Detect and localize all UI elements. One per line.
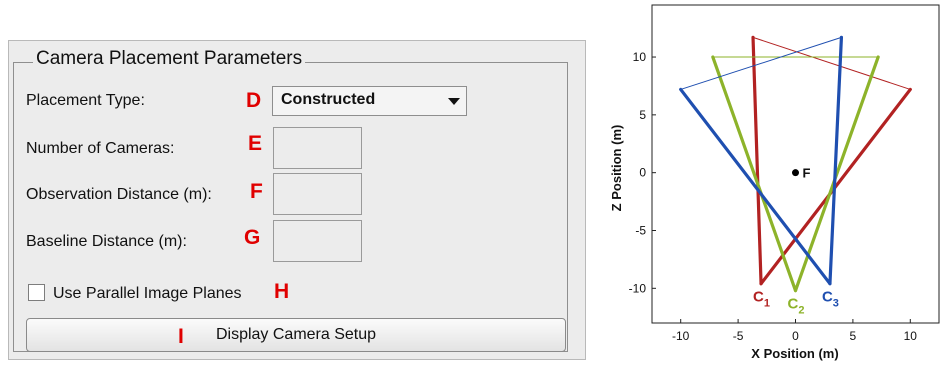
num-cameras-input[interactable] bbox=[273, 127, 362, 169]
placement-type-value: Constructed bbox=[281, 91, 376, 108]
y-tick-label: 5 bbox=[639, 108, 646, 122]
x-tick-label: -10 bbox=[672, 329, 690, 343]
placement-type-select[interactable]: Constructed bbox=[272, 86, 467, 116]
baseline-distance-label: Baseline Distance (m): bbox=[26, 233, 187, 250]
y-tick-label: 10 bbox=[633, 50, 647, 64]
x-tick-label: -5 bbox=[733, 329, 744, 343]
marker-letter-i: I bbox=[178, 325, 184, 348]
display-camera-setup-button[interactable]: Display Camera Setup bbox=[26, 318, 566, 352]
chevron-down-icon[interactable] bbox=[448, 98, 460, 105]
marker-letter-h: H bbox=[274, 280, 290, 303]
y-tick-label: -5 bbox=[635, 223, 646, 237]
y-tick-label: 0 bbox=[639, 166, 646, 180]
observation-distance-input[interactable] bbox=[273, 173, 362, 215]
focus-point-marker bbox=[792, 169, 799, 177]
x-tick-label: 10 bbox=[904, 329, 918, 343]
y-axis-label: Z Position (m) bbox=[609, 125, 624, 212]
camera-far-edge-3 bbox=[680, 36, 842, 90]
num-cameras-label: Number of Cameras: bbox=[26, 140, 175, 157]
marker-letter-g: G bbox=[244, 226, 261, 249]
group-title: Camera Placement Parameters bbox=[33, 47, 306, 71]
marker-letter-f: F bbox=[250, 180, 263, 203]
parallel-planes-label: Use Parallel Image Planes bbox=[53, 285, 242, 302]
camera-far-edge-1 bbox=[752, 36, 911, 90]
placement-type-label: Placement Type: bbox=[26, 92, 145, 109]
focus-point-label: F bbox=[803, 166, 811, 181]
camera-setup-chart: -10 -5 0 5 10 -10 -5 0 5 10 F C1 C2 C3 X Position (m… bbox=[609, 4, 940, 361]
camera-ray-right-3 bbox=[828, 35, 844, 286]
parallel-planes-checkbox[interactable] bbox=[28, 284, 45, 301]
y-tick-label: -10 bbox=[629, 281, 647, 295]
x-tick-label: 5 bbox=[850, 329, 857, 343]
marker-letter-e: E bbox=[248, 132, 263, 155]
camera-label-1: C1 bbox=[753, 289, 770, 310]
camera-label-3: C3 bbox=[822, 289, 839, 310]
x-axis-label: X Position (m) bbox=[751, 346, 838, 361]
marker-letter-d: D bbox=[246, 89, 262, 112]
display-camera-setup-label: Display Camera Setup bbox=[215, 326, 377, 343]
baseline-distance-input[interactable] bbox=[273, 220, 362, 262]
observation-distance-label: Observation Distance (m): bbox=[26, 186, 212, 203]
x-tick-label: 0 bbox=[792, 329, 799, 343]
camera-label-2: C2 bbox=[788, 296, 805, 317]
camera-ray-left-1 bbox=[751, 35, 763, 286]
